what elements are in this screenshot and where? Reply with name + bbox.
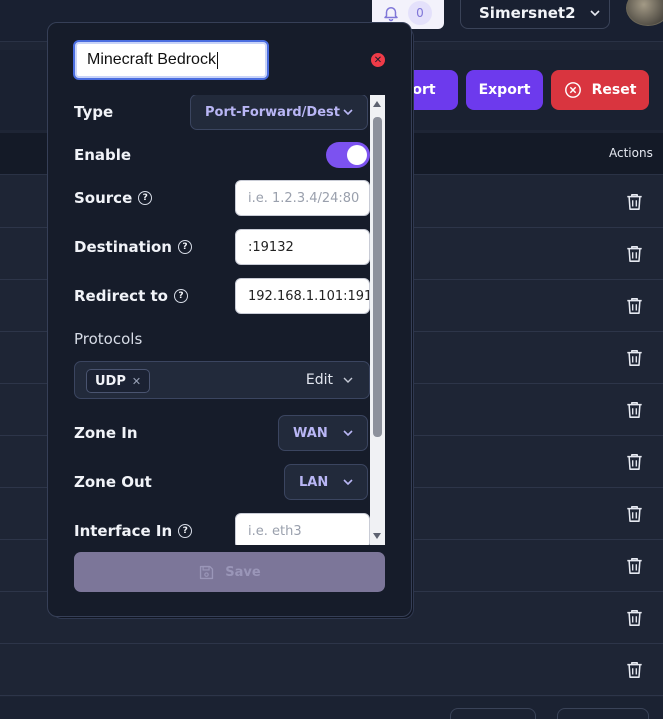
chevron-down-icon (343, 479, 353, 486)
chevron-down-icon (343, 430, 353, 437)
protocols-edit-label: Edit (305, 372, 333, 388)
type-select[interactable]: Port-Forward/Dest (190, 95, 368, 130)
scroll-up-arrow[interactable] (373, 101, 381, 107)
scroll-down-arrow[interactable] (373, 533, 381, 539)
destination-input[interactable]: :19132 (235, 229, 370, 265)
zone-in-label: Zone In (74, 424, 138, 442)
rule-form: Type Port-Forward/Dest Enable Source ? i… (60, 95, 370, 545)
save-button[interactable]: Save (74, 552, 385, 592)
interface-in-label: Interface In ? (74, 522, 193, 540)
trash-icon[interactable] (626, 609, 643, 627)
help-icon[interactable]: ? (173, 289, 188, 303)
destination-value: :19132 (248, 239, 294, 255)
close-icon[interactable]: ✕ (371, 53, 385, 67)
rule-name-value: Minecraft Bedrock (87, 51, 216, 68)
close-circle-icon (564, 82, 581, 98)
reset-button-label: Reset (591, 82, 637, 98)
user-name: Simersnet2 (479, 3, 576, 22)
remove-icon[interactable]: ✕ (132, 375, 141, 388)
redirect-to-label: Redirect to ? (74, 287, 188, 305)
user-menu-button[interactable]: Simersnet2 (460, 0, 610, 29)
source-input[interactable]: i.e. 1.2.3.4/24:80 (235, 180, 370, 216)
toggle-knob (347, 145, 367, 165)
interface-in-input[interactable]: i.e. eth3 (235, 513, 370, 545)
zone-out-value: LAN (299, 474, 329, 490)
rule-name-input[interactable]: Minecraft Bedrock (73, 40, 269, 80)
type-label: Type (74, 103, 114, 121)
help-icon[interactable]: ? (138, 191, 153, 205)
trash-icon[interactable] (626, 505, 643, 523)
actions-column-header: Actions (609, 146, 653, 160)
chevron-down-icon (589, 9, 600, 16)
redirect-to-input[interactable]: 192.168.1.101:19132 (235, 278, 370, 314)
enable-toggle[interactable] (326, 142, 370, 168)
pagination-button[interactable] (557, 708, 649, 719)
chevron-down-icon (343, 377, 353, 383)
text-cursor (216, 51, 218, 69)
pagination-button[interactable] (450, 708, 536, 719)
chevron-down-icon (343, 109, 353, 116)
notifications-count: 0 (408, 0, 432, 25)
protocol-chip-label: UDP (95, 373, 126, 389)
form-scrollbar[interactable] (370, 95, 385, 545)
protocols-edit[interactable]: Edit (306, 372, 353, 388)
protocols-label: Protocols (74, 330, 143, 348)
trash-icon[interactable] (626, 557, 643, 575)
trash-icon[interactable] (626, 193, 643, 211)
help-icon[interactable]: ? (178, 524, 193, 538)
trash-icon[interactable] (626, 245, 643, 263)
zone-in-select[interactable]: WAN (278, 415, 368, 451)
zone-out-select[interactable]: LAN (284, 464, 368, 500)
trash-icon[interactable] (626, 401, 643, 419)
source-label: Source ? (74, 189, 153, 207)
trash-icon[interactable] (626, 297, 643, 315)
protocol-chip: UDP ✕ (86, 369, 151, 393)
reset-button[interactable]: Reset (551, 70, 649, 110)
trash-icon[interactable] (626, 349, 643, 367)
help-icon[interactable]: ? (177, 240, 192, 254)
floppy-disk-icon (200, 565, 214, 579)
table-row (0, 644, 663, 696)
zone-out-label: Zone Out (74, 473, 152, 491)
type-select-value: Port-Forward/Dest (205, 104, 340, 120)
export-button[interactable]: Export (466, 70, 543, 110)
enable-label: Enable (74, 146, 132, 164)
trash-icon[interactable] (626, 661, 643, 679)
protocols-select[interactable]: UDP ✕ Edit (74, 361, 370, 399)
interface-in-placeholder: i.e. eth3 (248, 523, 302, 539)
source-placeholder: i.e. 1.2.3.4/24:80 (248, 190, 360, 206)
trash-icon[interactable] (626, 453, 643, 471)
destination-label: Destination ? (74, 238, 192, 256)
redirect-to-value: 192.168.1.101:19132 (248, 288, 369, 304)
export-button-label: Export (478, 82, 531, 98)
scrollbar-thumb[interactable] (373, 117, 382, 437)
save-button-label: Save (225, 564, 261, 580)
zone-in-value: WAN (293, 425, 328, 441)
bell-icon (384, 6, 398, 21)
